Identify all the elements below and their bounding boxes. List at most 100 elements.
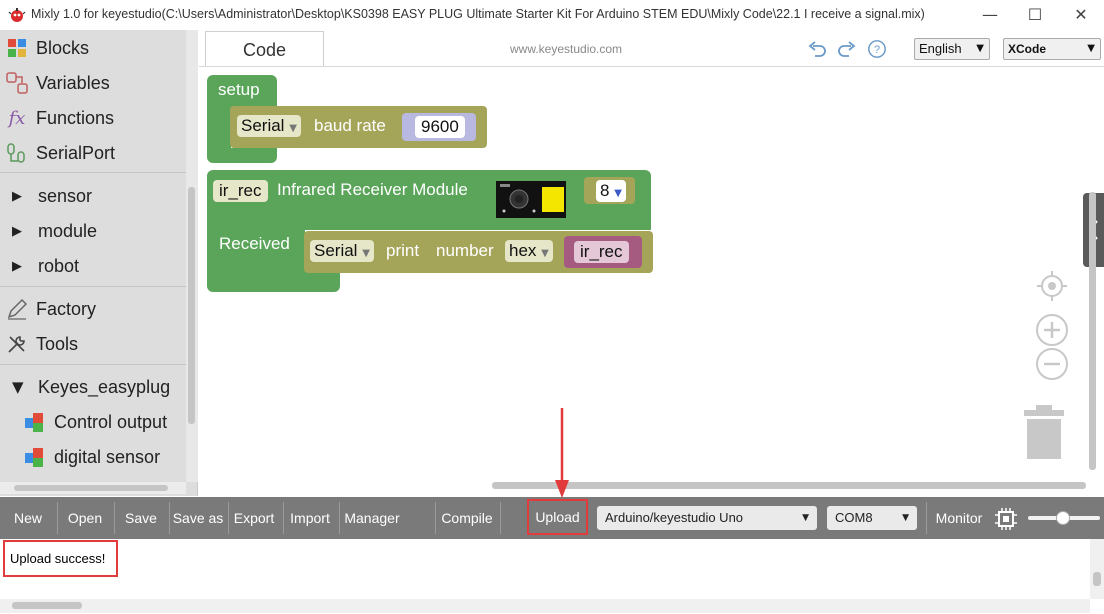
divider xyxy=(0,172,186,173)
window-title: Mixly 1.0 for keyestudio(C:\Users\Admini… xyxy=(31,7,925,21)
baud-rate-label: baud rate xyxy=(314,116,386,135)
triangle-down-icon: ▼ xyxy=(12,378,24,396)
undo-icon[interactable] xyxy=(806,40,828,60)
category-variables[interactable]: Variables xyxy=(4,66,184,100)
category-sensor[interactable]: ▶ sensor xyxy=(4,179,184,213)
category-label: Variables xyxy=(36,72,110,93)
output-horizontal-scrollbar[interactable] xyxy=(0,599,1090,613)
divider xyxy=(169,502,170,534)
chevron-down-icon: ▼ xyxy=(1087,43,1095,54)
svg-text:?: ? xyxy=(874,44,880,56)
category-robot[interactable]: ▶ robot xyxy=(4,249,184,283)
chevron-down-icon: ▼ xyxy=(976,43,984,54)
divider xyxy=(926,502,927,534)
serial-print-value: Serial xyxy=(314,241,358,260)
annotation-arrow xyxy=(555,408,569,498)
monitor-button[interactable]: Monitor xyxy=(930,500,988,536)
trash-icon[interactable] xyxy=(1022,403,1066,461)
output-vscroll-thumb[interactable] xyxy=(1093,572,1101,586)
category-tools[interactable]: Tools xyxy=(4,327,184,361)
help-icon[interactable]: ? xyxy=(866,39,888,59)
language-select[interactable]: English ▼ xyxy=(914,38,990,60)
save-button[interactable]: Save xyxy=(118,500,164,536)
setup-label: setup xyxy=(218,80,260,99)
category-keyes-easyplug[interactable]: ▼ Keyes_easyplug xyxy=(4,370,184,404)
ir-module-label: Infrared Receiver Module xyxy=(277,180,468,199)
recenter-icon[interactable] xyxy=(1036,270,1068,302)
triangle-right-icon: ▶ xyxy=(12,188,22,204)
category-label: Blocks xyxy=(36,37,90,58)
output-message: Upload success! xyxy=(10,551,106,566)
chevron-down-icon: ▼ xyxy=(614,188,622,199)
ir-var-ref[interactable]: ir_rec xyxy=(574,241,629,263)
category-control-output[interactable]: Control output xyxy=(22,405,202,439)
close-button[interactable]: ✕ xyxy=(1069,4,1093,26)
ir-var-field[interactable]: ir_rec xyxy=(213,180,268,202)
category-label: Tools xyxy=(36,333,79,354)
divider xyxy=(339,502,340,534)
chip-icon[interactable] xyxy=(995,508,1017,530)
category-blocks[interactable]: Blocks xyxy=(4,31,184,65)
maximize-button[interactable]: ☐ xyxy=(1023,4,1047,26)
triangle-right-icon: ▶ xyxy=(12,258,22,274)
divider xyxy=(0,286,186,287)
divider xyxy=(114,502,115,534)
code-mode-value: XCode xyxy=(1008,42,1047,56)
block-cube-icon xyxy=(22,409,48,435)
workspace-hscroll-thumb[interactable] xyxy=(492,482,1086,489)
redo-icon[interactable] xyxy=(836,40,858,60)
pin-dropdown[interactable]: 8 ▼ xyxy=(596,180,626,202)
baud-value[interactable]: 9600 xyxy=(415,116,465,138)
category-label: SerialPort xyxy=(36,142,116,163)
import-button[interactable]: Import xyxy=(286,500,334,536)
minimize-button[interactable]: — xyxy=(978,4,1002,26)
received-label: Received xyxy=(219,234,290,253)
chevron-down-icon: ▼ xyxy=(362,248,370,259)
category-serialport[interactable]: SerialPort xyxy=(4,136,184,170)
compile-button[interactable]: Compile xyxy=(438,500,496,536)
divider xyxy=(57,502,58,534)
zoom-slider-thumb[interactable] xyxy=(1056,511,1070,525)
board-select[interactable]: Arduino/keyestudio Uno ▼ xyxy=(597,506,817,530)
code-mode-select[interactable]: XCode ▼ xyxy=(1003,38,1101,60)
category-digital-sensor[interactable]: digital sensor xyxy=(22,440,202,474)
port-select[interactable]: COM8 ▼ xyxy=(827,506,917,530)
output-hscroll-thumb[interactable] xyxy=(12,602,82,609)
new-button[interactable]: New xyxy=(4,500,52,536)
output-vertical-scrollbar[interactable] xyxy=(1090,539,1104,599)
tab-code[interactable]: Code xyxy=(205,31,324,67)
ir-module-image xyxy=(496,181,566,218)
ir-receiver-block-footer xyxy=(207,272,340,292)
divider xyxy=(283,502,284,534)
sidebar-hscroll-thumb[interactable] xyxy=(14,485,168,491)
chevron-down-icon: ▼ xyxy=(902,513,909,523)
serial-print-dropdown[interactable]: Serial ▼ xyxy=(310,240,374,262)
serial-value: Serial xyxy=(241,116,285,135)
open-button[interactable]: Open xyxy=(62,500,108,536)
upload-button[interactable]: Upload xyxy=(527,499,588,535)
serial-dropdown[interactable]: Serial ▼ xyxy=(237,115,301,137)
block-cube-icon xyxy=(22,444,48,470)
divider xyxy=(500,502,501,534)
variables-icon xyxy=(4,70,30,96)
divider xyxy=(0,364,186,365)
site-url: www.keyestudio.com xyxy=(510,42,623,56)
port-value: COM8 xyxy=(835,510,873,525)
zoom-in-icon[interactable] xyxy=(1035,313,1069,347)
save-as-button[interactable]: Save as xyxy=(172,500,224,536)
setup-block-footer xyxy=(207,148,277,163)
category-functions[interactable]: fx Functions xyxy=(4,101,184,135)
category-module[interactable]: ▶ module xyxy=(4,214,184,248)
category-label: Keyes_easyplug xyxy=(38,376,171,397)
workspace-vscroll-thumb[interactable] xyxy=(1089,192,1096,470)
export-button[interactable]: Export xyxy=(230,500,278,536)
category-label: Control output xyxy=(54,411,168,432)
sidebar-scroll-thumb[interactable] xyxy=(188,187,195,424)
category-factory[interactable]: Factory xyxy=(4,292,184,326)
chevron-down-icon: ▼ xyxy=(541,248,549,259)
hex-dropdown[interactable]: hex ▼ xyxy=(505,240,553,262)
divider xyxy=(228,502,229,534)
manager-button[interactable]: Manager xyxy=(342,500,402,536)
zoom-out-icon[interactable] xyxy=(1035,347,1069,381)
category-label: digital sensor xyxy=(54,446,161,467)
